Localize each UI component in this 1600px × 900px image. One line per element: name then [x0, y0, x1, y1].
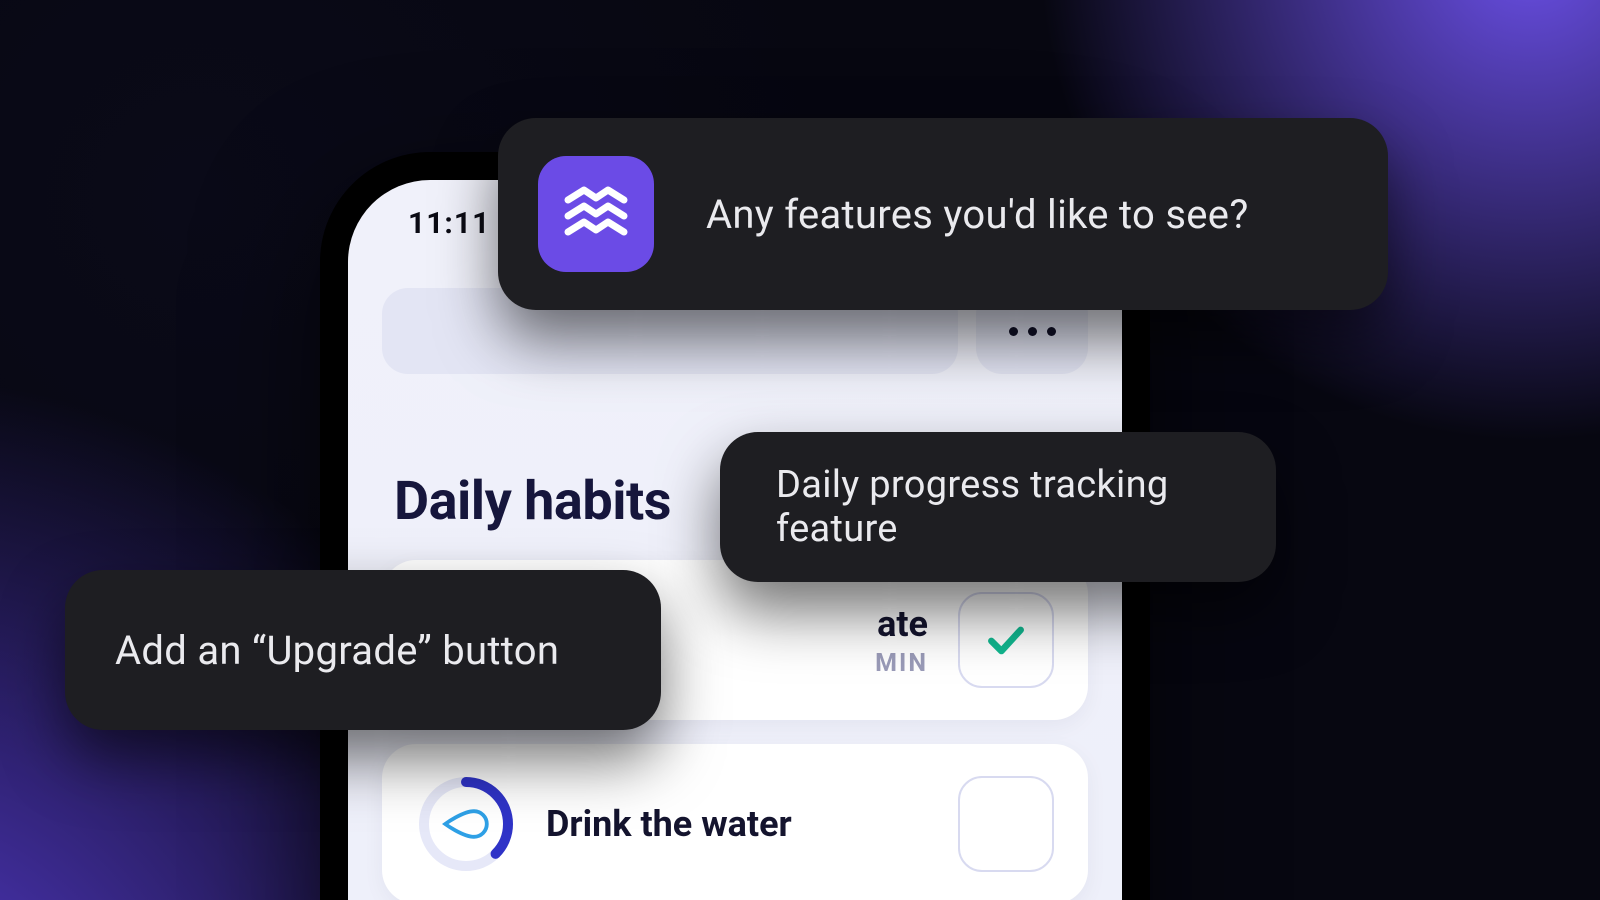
section-title: Daily habits — [394, 470, 671, 533]
feedback-reply-text: Daily progress tracking feature — [776, 463, 1220, 551]
feedback-reply-bubble: Add an “Upgrade” button — [65, 570, 661, 730]
app-logo-badge — [538, 156, 654, 272]
feedback-reply-bubble: Daily progress tracking feature — [720, 432, 1276, 582]
feedback-reply-text: Add an “Upgrade” button — [115, 627, 559, 674]
check-icon — [984, 618, 1028, 662]
habit-title: Drink the water — [546, 803, 928, 845]
more-icon — [1028, 327, 1037, 336]
more-icon — [1009, 327, 1018, 336]
waves-icon — [562, 184, 630, 244]
feedback-prompt-text: Any features you'd like to see? — [706, 191, 1249, 238]
feedback-prompt-bubble: Any features you'd like to see? — [498, 118, 1388, 310]
habit-progress-ring — [416, 774, 516, 874]
habit-checkbox[interactable] — [958, 592, 1054, 688]
promo-canvas: 11:11 Daily habits — [0, 0, 1600, 900]
more-icon — [1047, 327, 1056, 336]
status-time: 11:11 — [408, 206, 490, 241]
habit-card[interactable]: Drink the water — [382, 744, 1088, 900]
habit-checkbox[interactable] — [958, 776, 1054, 872]
habit-text: Drink the water — [546, 803, 928, 845]
water-drop-icon — [416, 774, 516, 874]
